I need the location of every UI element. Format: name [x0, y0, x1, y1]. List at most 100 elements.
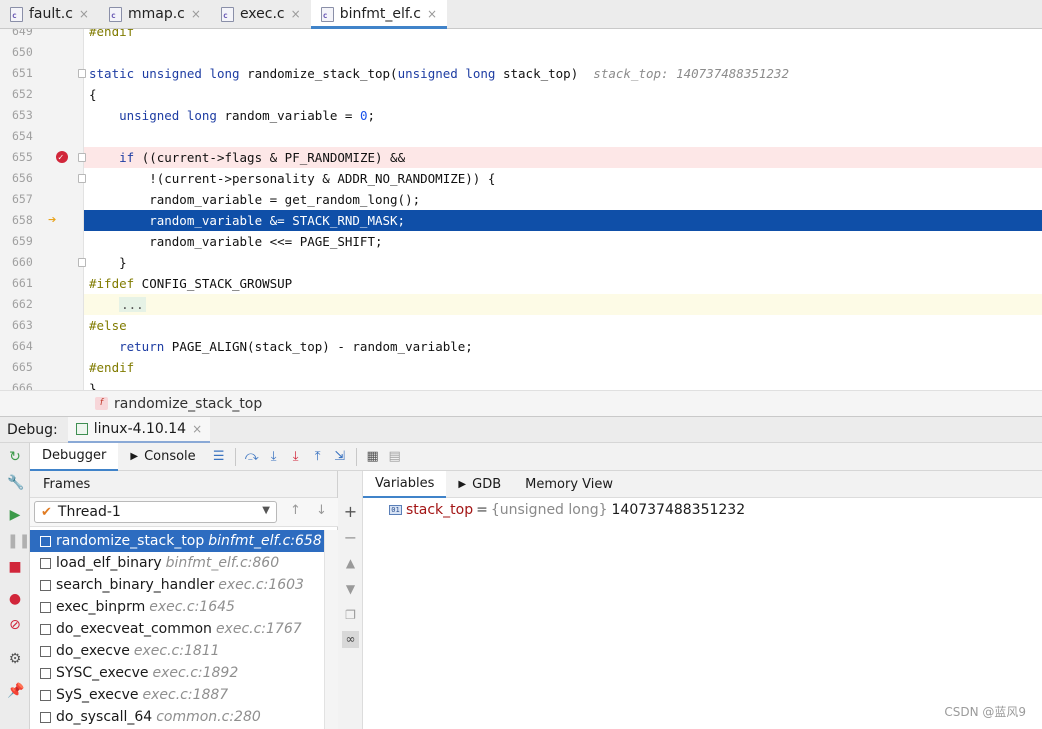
close-tab-icon[interactable]: × — [427, 7, 437, 21]
line-gutter[interactable]: 662 — [0, 294, 84, 315]
breadcrumb-function[interactable]: randomize_stack_top — [114, 396, 262, 412]
tab-gdb[interactable]: ▶ GDB — [446, 471, 513, 498]
move-down-icon[interactable]: ▼ — [342, 581, 359, 598]
thread-select[interactable]: ✔ Thread-1 ▼ — [34, 501, 277, 523]
fold-marker-icon[interactable] — [78, 174, 86, 183]
console-menu-icon[interactable]: ☰ — [208, 447, 230, 467]
code-line[interactable]: 663 #else — [0, 315, 1042, 336]
mute-breakpoints-icon[interactable]: ⊘ — [7, 617, 23, 633]
line-gutter[interactable]: 657 — [0, 189, 84, 210]
frame-row[interactable]: randomize_stack_top binfmt_elf.c:658 — [30, 530, 324, 552]
line-gutter[interactable]: 666 — [0, 378, 84, 390]
tab-debugger[interactable]: Debugger — [30, 442, 119, 471]
line-gutter[interactable]: 661 — [0, 273, 84, 294]
step-into-icon[interactable]: ⤓ — [263, 447, 285, 467]
run-to-cursor-icon[interactable]: ⇲ — [329, 447, 351, 467]
frames-list[interactable]: randomize_stack_top binfmt_elf.c:658 load_… — [30, 530, 324, 729]
close-tab-icon[interactable]: × — [79, 7, 89, 21]
tab-console[interactable]: ▶ Console — [118, 443, 207, 471]
frame-row[interactable]: SYSC_execve exec.c:1892 — [30, 662, 324, 684]
code-line[interactable]: 650 — [0, 42, 1042, 63]
tab-mmap-c[interactable]: c mmap.c × — [99, 0, 211, 28]
code-line[interactable]: 659 random_variable <<= PAGE_SHIFT; — [0, 231, 1042, 252]
frame-row[interactable]: do_execve exec.c:1811 — [30, 640, 324, 662]
step-out-icon[interactable]: ⤒ — [307, 447, 329, 467]
frame-row[interactable]: search_binary_handler exec.c:1603 — [30, 574, 324, 596]
force-step-into-icon[interactable]: ⤓ — [285, 447, 307, 467]
tab-binfmt-elf-c[interactable]: c binfmt_elf.c × — [310, 0, 448, 29]
frame-row[interactable]: SyS_execve exec.c:1887 — [30, 684, 324, 706]
next-frame-icon[interactable]: ↓ — [316, 503, 327, 518]
previous-frame-icon[interactable]: ↑ — [290, 503, 301, 518]
variables-tree[interactable]: 01 stack_top = {unsigned long} 140737488… — [363, 498, 1042, 729]
code-line[interactable]: 649 #endif — [0, 29, 1042, 42]
frame-row[interactable]: do_execveat_common exec.c:1767 — [30, 618, 324, 640]
copy-icon[interactable]: ❐ — [342, 607, 359, 624]
resume-icon[interactable]: ▶ — [7, 507, 23, 523]
evaluate-expression-icon[interactable]: ▦ — [362, 447, 384, 467]
code-line[interactable]: 651 static unsigned long randomize_stack_… — [0, 63, 1042, 84]
line-gutter[interactable]: 656 — [0, 168, 86, 189]
breakpoint-icon[interactable] — [56, 148, 68, 169]
line-gutter[interactable]: 665 — [0, 357, 84, 378]
tab-memory-view[interactable]: Memory View — [513, 471, 625, 498]
code-line[interactable]: 666} — [0, 378, 1042, 390]
code-line[interactable]: 654 — [0, 126, 1042, 147]
variable-row[interactable]: 01 stack_top = {unsigned long} 140737488… — [389, 502, 745, 518]
code-line[interactable]: 662 ... — [0, 294, 1042, 315]
breadcrumb[interactable]: f randomize_stack_top — [0, 390, 1042, 416]
line-gutter[interactable]: 659 — [0, 231, 84, 252]
line-gutter[interactable]: 650 — [0, 42, 84, 63]
line-number: 650 — [12, 45, 33, 59]
frame-row[interactable]: load_elf_binary binfmt_elf.c:860 — [30, 552, 324, 574]
line-gutter[interactable]: 651 — [0, 63, 86, 84]
settings-wrench-icon[interactable]: 🔧 — [7, 475, 24, 491]
fold-marker-icon[interactable] — [78, 153, 86, 162]
tab-variables[interactable]: Variables — [363, 471, 447, 498]
code-line[interactable]: 664 return PAGE_ALIGN(stack_top) - rando… — [0, 336, 1042, 357]
code-editor[interactable]: 649 #endif 650 651 static unsigned long rand… — [0, 29, 1042, 390]
tab-exec-c[interactable]: c exec.c × — [211, 0, 311, 28]
frames-scrollbar[interactable] — [324, 530, 338, 729]
gear-icon[interactable]: ⚙ — [7, 651, 23, 667]
line-gutter[interactable]: 649 — [0, 29, 84, 42]
fold-marker-icon[interactable] — [78, 258, 86, 267]
rerun-icon[interactable]: ↻ — [7, 449, 23, 465]
line-gutter[interactable]: 653 — [0, 105, 84, 126]
fold-marker-icon[interactable] — [78, 69, 86, 78]
move-up-icon[interactable]: ▲ — [342, 555, 359, 572]
step-over-icon[interactable]: ⤼ — [241, 447, 263, 467]
line-gutter[interactable]: 652 — [0, 84, 84, 105]
view-breakpoints-icon[interactable]: ● — [7, 591, 23, 607]
show-watches-icon[interactable]: ∞ — [342, 631, 359, 648]
code-line[interactable]: 656 !(current->personality & ADDR_NO_RAN… — [0, 168, 1042, 189]
debug-session-tab[interactable]: linux-4.10.14 × — [67, 416, 211, 443]
pause-icon[interactable]: ❚❚ — [7, 533, 30, 549]
stop-icon[interactable]: ■ — [7, 559, 23, 575]
code-line[interactable]: 655 if ((current->flags & PF_RANDOMIZE) … — [0, 147, 1042, 169]
line-gutter[interactable]: 658 ➔ — [0, 210, 84, 231]
tab-fault-c[interactable]: c fault.c × — [0, 0, 99, 28]
frame-row[interactable]: exec_binprm exec.c:1645 — [30, 596, 324, 618]
code-line[interactable]: 658 ➔ random_variable &= STACK_RND_MASK; — [0, 210, 1042, 231]
line-gutter[interactable]: 655 — [0, 147, 86, 169]
line-gutter[interactable]: 660 — [0, 252, 86, 273]
code-line[interactable]: 660 } — [0, 252, 1042, 273]
code-line[interactable]: 661 #ifdef CONFIG_STACK_GROWSUP — [0, 273, 1042, 294]
line-gutter[interactable]: 663 — [0, 315, 84, 336]
code-line[interactable]: 653 unsigned long random_variable = 0; — [0, 105, 1042, 126]
line-gutter[interactable]: 654 — [0, 126, 84, 147]
code-line[interactable]: 665 #endif — [0, 357, 1042, 378]
close-session-icon[interactable]: × — [192, 422, 202, 436]
code-line[interactable]: 652 { — [0, 84, 1042, 105]
close-tab-icon[interactable]: × — [291, 7, 301, 21]
folded-region[interactable]: ... — [119, 297, 146, 312]
frame-row[interactable]: do_syscall_64 common.c:280 — [30, 706, 324, 728]
line-gutter[interactable]: 664 — [0, 336, 84, 357]
restore-layout-icon[interactable]: ▤ — [384, 447, 406, 467]
remove-watch-icon[interactable]: − — [342, 529, 359, 546]
add-watch-icon[interactable]: + — [342, 503, 359, 520]
close-tab-icon[interactable]: × — [191, 7, 201, 21]
code-line[interactable]: 657 random_variable = get_random_long(); — [0, 189, 1042, 210]
pin-icon[interactable]: 📌 — [7, 683, 24, 699]
